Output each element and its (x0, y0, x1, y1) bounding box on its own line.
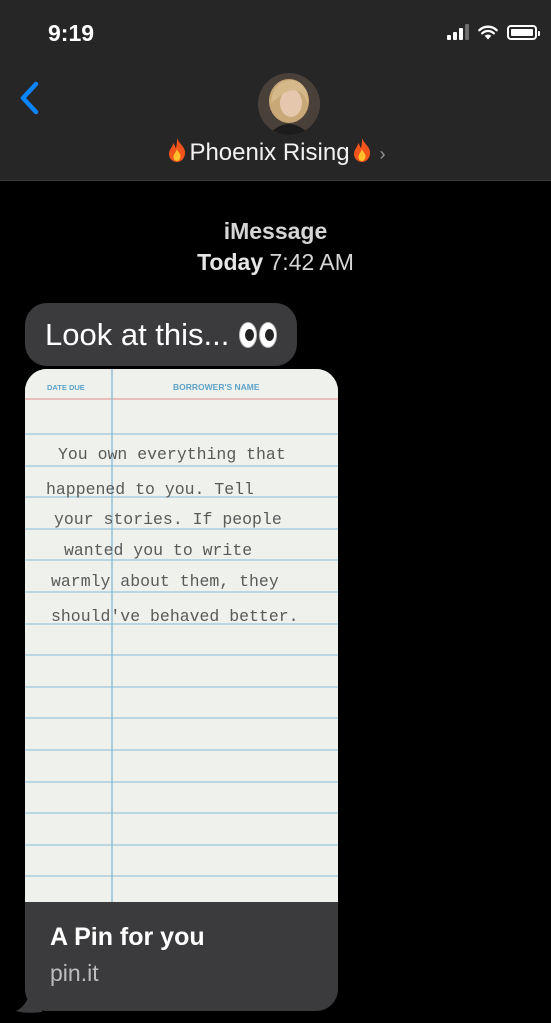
message-bubble[interactable]: Look at this... (25, 303, 298, 366)
service-label: iMessage (223, 218, 328, 244)
chevron-right-icon: › (379, 144, 386, 164)
navigation-header: 9:19 Phoenix Rising › (0, 0, 551, 181)
timestamp-time: 7:42 AM (269, 249, 354, 275)
link-title: A Pin for you (50, 923, 205, 951)
card-header-date-due: DATE DUE (47, 383, 85, 392)
timestamp: Today 7:42 AM (0, 249, 551, 276)
status-time: 9:19 (48, 20, 95, 46)
message-text: Look at this... (45, 316, 230, 352)
card-header-borrower: BORROWER'S NAME (173, 382, 260, 392)
link-preview-footer: A Pin for you pin.it (25, 902, 338, 1011)
quote-line: You own everything that (58, 445, 286, 464)
timestamp-day: Today (197, 249, 264, 275)
contact-avatar[interactable] (258, 73, 320, 135)
eyes-emoji (239, 321, 278, 348)
status-icons (447, 24, 540, 40)
wifi-icon (478, 25, 498, 40)
contact-name: Phoenix Rising (189, 139, 350, 166)
bubble-tail (16, 990, 42, 1013)
link-preview-card[interactable]: DATE DUE BORROWER'S NAME You own everyth… (25, 369, 338, 1011)
fire-emoji (169, 138, 186, 162)
quote-line: warmly about them, they (51, 572, 279, 591)
quote-line: happened to you. Tell (46, 480, 254, 499)
contact-name-button[interactable]: Phoenix Rising › (0, 137, 551, 167)
quote-line: should've behaved better. (51, 607, 299, 626)
quote-line: wanted you to write (64, 541, 252, 560)
quote-line: your stories. If people (54, 510, 282, 529)
battery-icon (507, 24, 540, 40)
fire-emoji (353, 138, 370, 162)
cellular-signal-icon (447, 24, 469, 40)
back-button[interactable] (14, 78, 48, 118)
chevron-left-icon (20, 81, 39, 115)
pin-image: DATE DUE BORROWER'S NAME You own everyth… (25, 369, 338, 902)
link-domain: pin.it (50, 960, 99, 986)
